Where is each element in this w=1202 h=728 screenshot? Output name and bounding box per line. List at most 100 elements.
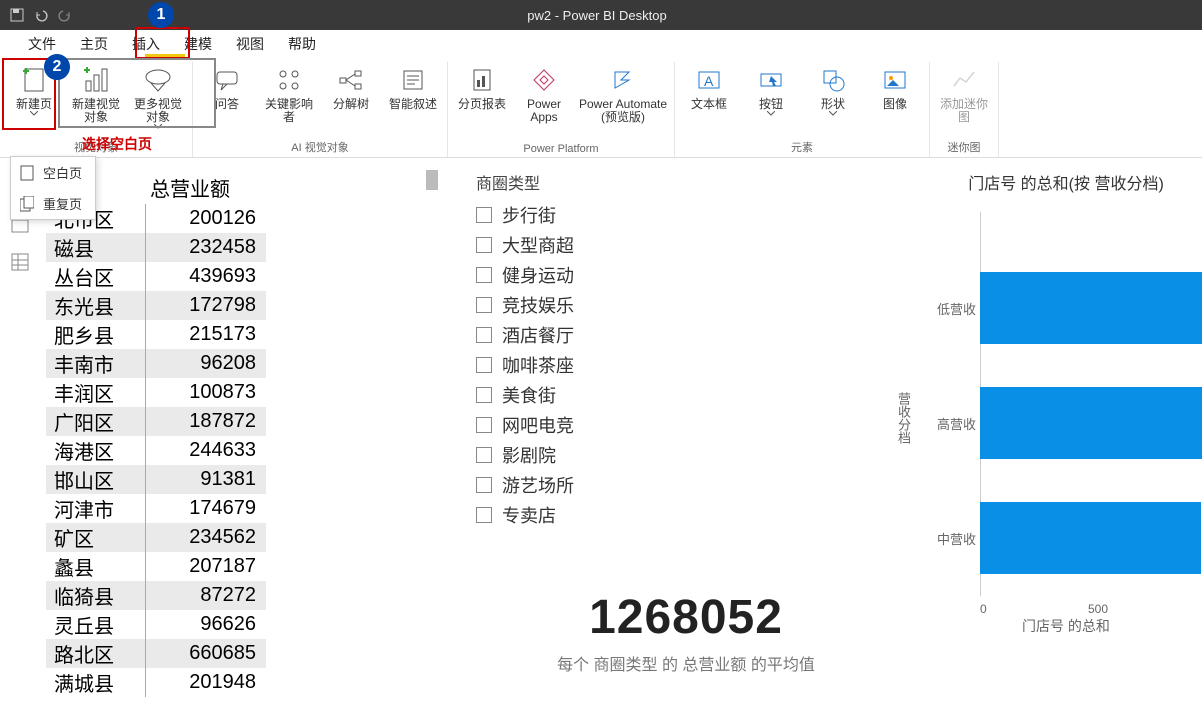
checkbox-icon[interactable] — [476, 507, 492, 523]
chart-y-axis-label: 营收分档 — [894, 392, 913, 444]
ribbon: 选择空白页 新建页 新建视觉对象 更多视觉对象 — [0, 58, 1202, 158]
more-visuals-button[interactable]: 更多视觉对象 — [130, 62, 186, 129]
qa-button[interactable]: 问答 — [199, 62, 255, 111]
table-cell-name: 邯山区 — [46, 465, 146, 494]
image-icon — [879, 64, 911, 96]
table-row[interactable]: 海港区244633 — [46, 436, 266, 465]
more-visuals-label: 更多视觉对象 — [130, 98, 186, 124]
redo-icon[interactable] — [58, 8, 72, 22]
slicer-item[interactable]: 酒店餐厅 — [476, 320, 696, 350]
table-row[interactable]: 磁县232458 — [46, 233, 266, 262]
power-apps-button[interactable]: Power Apps — [516, 62, 572, 124]
dropdown-duplicate-page[interactable]: 重复页 — [11, 188, 95, 219]
table-row[interactable]: 灵丘县96626 — [46, 610, 266, 639]
slicer-item[interactable]: 竞技娱乐 — [476, 290, 696, 320]
chart-x-axis: 05001000 — [980, 602, 1202, 616]
slicer-item-label: 专卖店 — [502, 502, 556, 528]
table-cell-value: 100873 — [146, 381, 266, 404]
power-automate-label: Power Automate (预览版) — [579, 98, 667, 124]
slicer-item[interactable]: 游艺场所 — [476, 470, 696, 500]
power-automate-icon — [607, 64, 639, 96]
table-header-total: 总营业额 — [146, 173, 266, 202]
new-visual-button[interactable]: 新建视觉对象 — [68, 62, 124, 124]
chart-category-label: 高营收 — [924, 414, 980, 433]
button-icon — [755, 64, 787, 96]
group-label-sparkline: 迷你图 — [948, 139, 981, 157]
checkbox-icon[interactable] — [476, 417, 492, 433]
textbox-icon: A — [693, 64, 725, 96]
titlebar: pw2 - Power BI Desktop — [0, 0, 1202, 30]
smart-narrative-label: 智能叙述 — [389, 98, 437, 111]
slicer-item[interactable]: 步行街 — [476, 200, 696, 230]
button-label: 按钮 — [759, 98, 783, 111]
menu-tabs: 文件 主页 插入 建模 视图 帮助 — [0, 30, 1202, 58]
annotation-text: 选择空白页 — [82, 134, 152, 154]
table-row[interactable]: 丰润区100873 — [46, 378, 266, 407]
checkbox-icon[interactable] — [476, 447, 492, 463]
power-automate-button[interactable]: Power Automate (预览版) — [578, 62, 668, 124]
table-row[interactable]: 路北区660685 — [46, 639, 266, 668]
slicer-item-label: 游艺场所 — [502, 472, 574, 498]
checkbox-icon[interactable] — [476, 327, 492, 343]
slicer-item[interactable]: 咖啡茶座 — [476, 350, 696, 380]
data-view-icon[interactable] — [10, 252, 30, 272]
checkbox-icon[interactable] — [476, 357, 492, 373]
table-row[interactable]: 临猗县87272 — [46, 581, 266, 610]
checkbox-icon[interactable] — [476, 237, 492, 253]
image-button[interactable]: 图像 — [867, 62, 923, 111]
power-apps-label: Power Apps — [527, 98, 561, 124]
annotation-marker-1: 1 — [148, 2, 174, 28]
slicer-item[interactable]: 影剧院 — [476, 440, 696, 470]
table-row[interactable]: 矿区234562 — [46, 523, 266, 552]
slicer-item[interactable]: 网吧电竞 — [476, 410, 696, 440]
tab-view[interactable]: 视图 — [224, 30, 276, 58]
tab-help[interactable]: 帮助 — [276, 30, 328, 58]
table-row[interactable]: 河津市174679 — [46, 494, 266, 523]
button-button[interactable]: 按钮 — [743, 62, 799, 116]
chart-category-label: 中营收 — [924, 529, 980, 548]
more-visuals-icon — [142, 64, 174, 96]
table-row[interactable]: 广阳区187872 — [46, 407, 266, 436]
key-influencers-button[interactable]: 关键影响者 — [261, 62, 317, 124]
table-cell-name: 临猗县 — [46, 581, 146, 610]
report-canvas: 名称 总营业额 北市区200126磁县232458丛台区439693东光县172… — [46, 170, 1202, 728]
dropdown-blank-page[interactable]: 空白页 — [11, 157, 95, 188]
table-cell-value: 660685 — [146, 642, 266, 665]
table-row[interactable]: 东光县172798 — [46, 291, 266, 320]
decomposition-button[interactable]: 分解树 — [323, 62, 379, 111]
shape-icon — [817, 64, 849, 96]
shape-button[interactable]: 形状 — [805, 62, 861, 116]
chart-bar-rect — [980, 272, 1202, 344]
paginated-label: 分页报表 — [458, 98, 506, 111]
checkbox-icon[interactable] — [476, 207, 492, 223]
table-cell-name: 磁县 — [46, 233, 146, 262]
table-row[interactable]: 丰南市96208 — [46, 349, 266, 378]
table-row[interactable]: 邯山区91381 — [46, 465, 266, 494]
slicer-item[interactable]: 健身运动 — [476, 260, 696, 290]
table-row[interactable]: 蠡县207187 — [46, 552, 266, 581]
checkbox-icon[interactable] — [476, 387, 492, 403]
slicer-visual[interactable]: 商圈类型 步行街大型商超健身运动竞技娱乐酒店餐厅咖啡茶座美食街网吧电竞影剧院游艺… — [466, 170, 696, 530]
save-icon[interactable] — [10, 8, 24, 22]
table-row[interactable]: 丛台区439693 — [46, 262, 266, 291]
slicer-item[interactable]: 大型商超 — [476, 230, 696, 260]
checkbox-icon[interactable] — [476, 297, 492, 313]
paginated-report-button[interactable]: 分页报表 — [454, 62, 510, 111]
table-row[interactable]: 满城县201948 — [46, 668, 266, 697]
table-row[interactable]: 肥乡县215173 — [46, 320, 266, 349]
checkbox-icon[interactable] — [476, 477, 492, 493]
card-visual[interactable]: 1268052 每个 商圈类型 的 总营业额 的平均值 — [516, 590, 856, 675]
undo-icon[interactable] — [34, 8, 48, 22]
bar-chart-visual[interactable]: 门店号 的总和(按 营收分档) 营收分档 低营收高营收中营收 05001000 … — [896, 170, 1202, 670]
checkbox-icon[interactable] — [476, 267, 492, 283]
table-cell-name: 灵丘县 — [46, 610, 146, 639]
table-cell-value: 187872 — [146, 410, 266, 433]
textbox-button[interactable]: A 文本框 — [681, 62, 737, 111]
table-visual[interactable]: 名称 总营业额 北市区200126磁县232458丛台区439693东光县172… — [46, 170, 436, 728]
shape-label: 形状 — [821, 98, 845, 111]
smart-narrative-button[interactable]: 智能叙述 — [385, 62, 441, 111]
slicer-item[interactable]: 专卖店 — [476, 500, 696, 530]
slicer-item-label: 健身运动 — [502, 262, 574, 288]
tab-home[interactable]: 主页 — [68, 30, 120, 58]
slicer-item[interactable]: 美食街 — [476, 380, 696, 410]
